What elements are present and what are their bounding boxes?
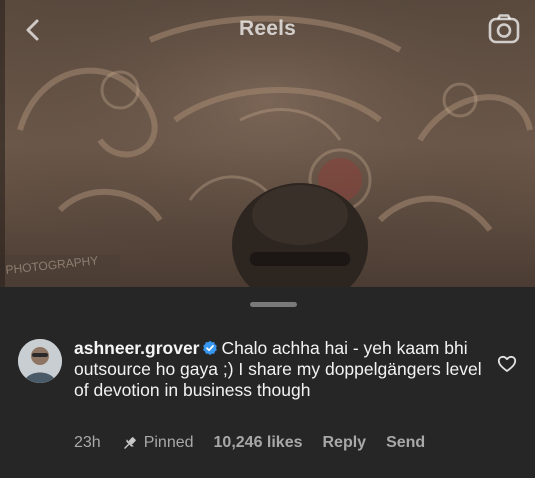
- send-button[interactable]: Send: [386, 434, 425, 452]
- reel-video[interactable]: PHOTOGRAPHY Reels: [0, 0, 535, 290]
- comments-sheet: ashneer.grover Chalo achha hai - yeh kaam…: [0, 287, 535, 478]
- verified-badge-icon: [203, 340, 218, 355]
- comment-time: 23h: [74, 434, 101, 451]
- comment-body: ashneer.grover Chalo achha hai - yeh kaam…: [74, 338, 484, 400]
- pinned-label: Pinned: [143, 434, 194, 451]
- pinned-indicator: Pinned: [121, 434, 194, 452]
- comment-meta: 23h Pinned 10,246 likes Reply Send: [74, 433, 445, 453]
- avatar-image: [18, 339, 62, 383]
- comment-username[interactable]: ashneer.grover: [74, 338, 199, 358]
- likes-count-button[interactable]: 10,246 likes: [214, 434, 303, 452]
- page-title: Reels: [238, 17, 297, 40]
- reply-button[interactable]: Reply: [323, 434, 367, 452]
- sheet-drag-handle[interactable]: [250, 302, 297, 307]
- heart-outline-icon[interactable]: [497, 354, 517, 374]
- camera-icon[interactable]: [487, 12, 521, 46]
- reels-comment-screen: PHOTOGRAPHY Reels ashneer.grover Chalo a…: [0, 0, 535, 478]
- avatar[interactable]: [18, 339, 62, 383]
- pin-icon: [123, 436, 136, 449]
- reels-top-bar: Reels: [0, 0, 535, 62]
